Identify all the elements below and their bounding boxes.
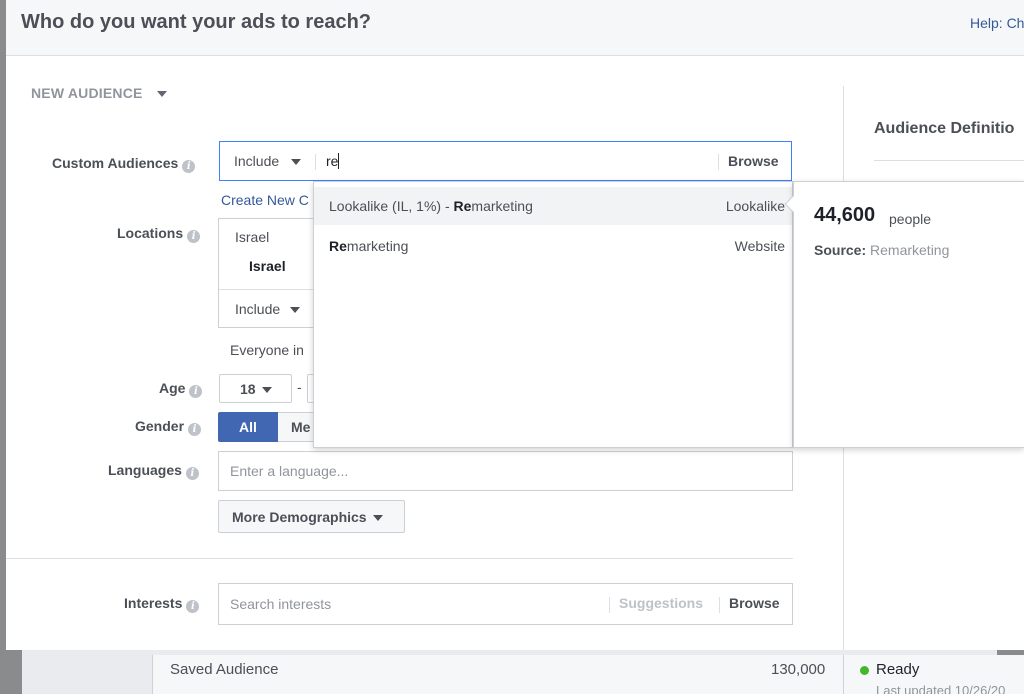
interests-label: Interests i <box>124 595 200 613</box>
divider <box>315 154 316 170</box>
info-icon[interactable]: i <box>188 423 202 436</box>
divider <box>609 597 610 613</box>
create-new-audience-link[interactable]: Create New C <box>221 192 309 208</box>
info-icon[interactable]: i <box>182 160 196 173</box>
interests-input[interactable]: Search interests Suggestions Browse <box>218 583 793 625</box>
audience-source: Source: Remarketing <box>814 242 950 258</box>
info-icon[interactable]: i <box>189 385 203 398</box>
gender-label-text: Gender <box>135 418 185 434</box>
audience-hovercard: 44,600 people Source: Remarketing <box>793 181 1024 448</box>
help-link[interactable]: Help: Ch <box>970 15 1024 31</box>
caret-down-icon <box>261 387 272 394</box>
age-min-dropdown[interactable]: 18 <box>219 374 292 403</box>
divider <box>874 160 1024 161</box>
caret-down-icon <box>156 91 167 98</box>
info-icon[interactable]: i <box>187 230 201 243</box>
locations-label: Locations i <box>117 225 201 243</box>
age-label: Age i <box>159 380 203 398</box>
status-dot-icon <box>860 666 869 675</box>
new-audience-dropdown[interactable]: NEW AUDIENCE <box>31 85 167 101</box>
suggestion-type: Lookalike <box>725 198 785 214</box>
custom-audiences-query[interactable]: re <box>326 153 340 169</box>
audience-size: 44,600 <box>814 204 876 226</box>
background-row-updated: Last updated 10/26/20 <box>876 683 1006 694</box>
custom-audiences-label-text: Custom Audiences <box>52 155 179 171</box>
age-label-text: Age <box>159 380 186 396</box>
include-label: Include <box>235 301 281 317</box>
divider <box>719 597 720 613</box>
new-audience-label: NEW AUDIENCE <box>31 85 143 101</box>
locations-label-text: Locations <box>117 225 184 241</box>
suggestions-button[interactable]: Suggestions <box>619 595 703 611</box>
divider <box>718 154 719 170</box>
suggestion-item[interactable]: Remarketing Website <box>314 227 792 265</box>
audience-size-unit: people <box>889 211 932 227</box>
background-row-name: Saved Audience <box>170 661 279 678</box>
location-type-selector[interactable]: Everyone in <box>230 342 304 358</box>
caret-down-icon <box>372 515 383 522</box>
languages-label-text: Languages <box>108 462 182 478</box>
info-icon[interactable]: i <box>186 600 200 613</box>
dialog-title: Who do you want your ads to reach? <box>21 11 372 33</box>
info-icon[interactable]: i <box>185 467 199 480</box>
dialog-header: Who do you want your ads to reach? Help:… <box>6 0 1024 56</box>
gender-all-button[interactable]: All <box>218 412 278 442</box>
age-separator: - <box>297 379 302 395</box>
background-row-size: 130,000 <box>771 661 826 678</box>
language-input[interactable]: Enter a language... <box>218 451 793 491</box>
location-country: Israel <box>235 229 270 245</box>
caret-down-icon <box>290 307 301 314</box>
text-cursor <box>338 153 340 169</box>
suggestion-item[interactable]: Lookalike (IL, 1%) - Remarketing Lookali… <box>314 187 792 225</box>
query-text: re <box>326 153 339 169</box>
background-row-status: Ready <box>876 661 920 678</box>
custom-audiences-label: Custom Audiences i <box>52 155 196 173</box>
custom-audiences-suggestions: Lookalike (IL, 1%) - Remarketing Lookali… <box>313 181 793 448</box>
section-divider <box>6 558 793 559</box>
gender-label: Gender i <box>135 418 202 436</box>
more-demographics-button[interactable]: More Demographics <box>218 500 405 533</box>
locations-include-dropdown[interactable]: Include <box>235 301 301 317</box>
location-selected[interactable]: Israel <box>249 258 286 274</box>
age-min-value: 18 <box>240 381 256 397</box>
suggestion-name: Lookalike (IL, 1%) - Remarketing <box>329 198 533 214</box>
interests-label-text: Interests <box>124 595 183 611</box>
interests-placeholder: Search interests <box>230 596 332 612</box>
languages-label: Languages i <box>108 462 199 480</box>
include-label: Include <box>234 153 280 169</box>
suggestion-type: Website <box>734 238 785 254</box>
suggestion-name: Remarketing <box>329 238 409 254</box>
caret-down-icon <box>291 159 302 166</box>
more-demographics-label: More Demographics <box>232 509 367 525</box>
audience-definition-title: Audience Definitio <box>874 120 1015 137</box>
custom-audiences-browse-button[interactable]: Browse <box>728 153 779 169</box>
locations-box: Israel Israel Include <box>218 218 329 328</box>
custom-audiences-include-dropdown[interactable]: Include <box>234 153 302 169</box>
custom-audiences-input[interactable]: Include re Browse <box>219 141 792 181</box>
background-divider <box>843 655 844 694</box>
interests-browse-button[interactable]: Browse <box>729 595 780 611</box>
